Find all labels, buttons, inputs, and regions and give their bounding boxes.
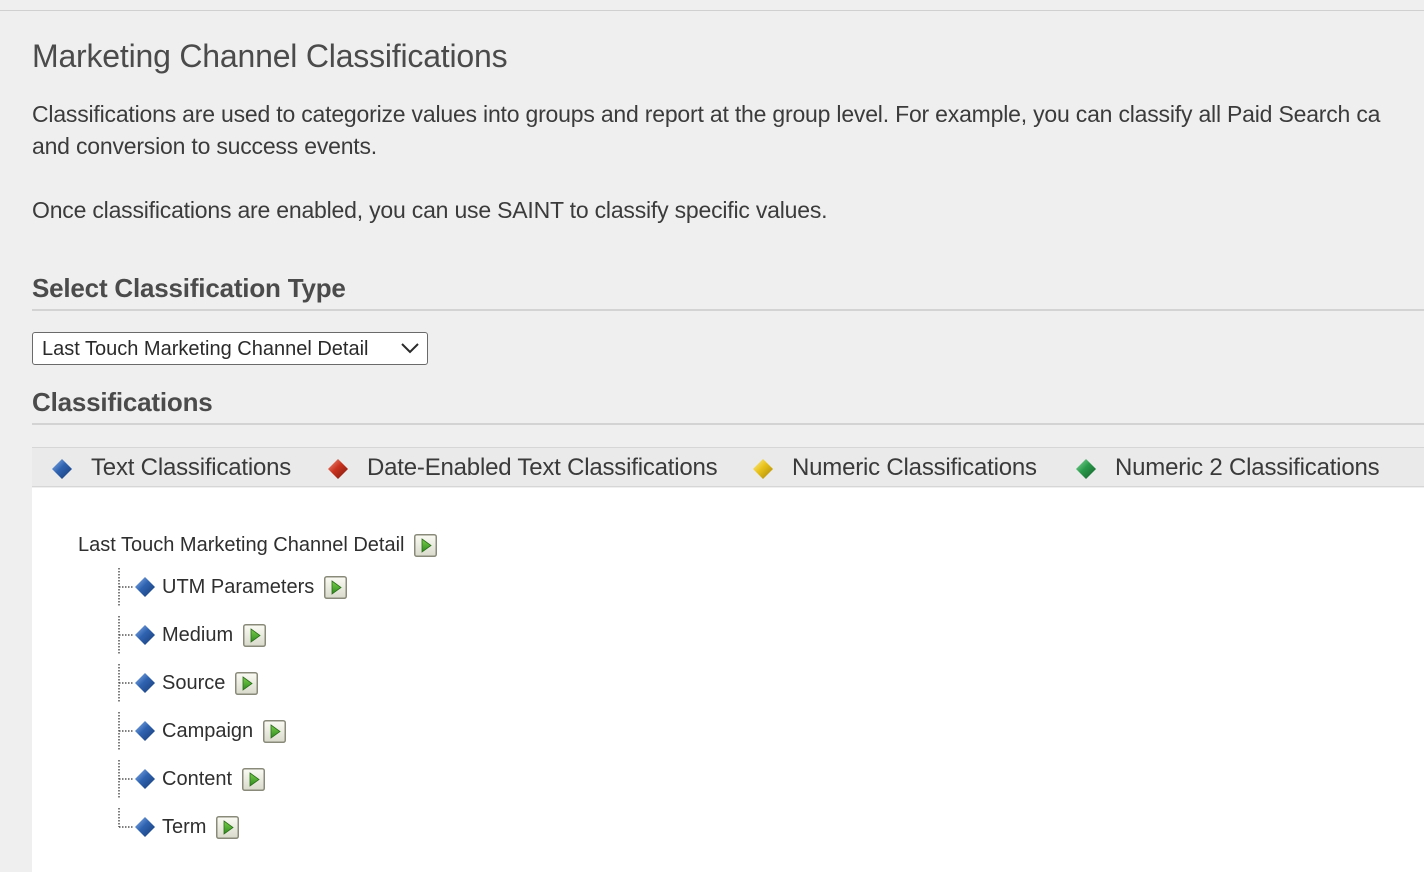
section-divider	[32, 423, 1424, 425]
tree-connector	[118, 616, 133, 654]
legend-label: Numeric Classifications	[792, 454, 1037, 481]
legend-label: Text Classifications	[91, 454, 292, 481]
blue-gem-icon	[134, 816, 156, 838]
blue-gem-icon	[134, 624, 156, 646]
description-text-continued: and conversion to success events.	[32, 133, 377, 159]
play-button[interactable]	[263, 720, 286, 743]
play-button[interactable]	[414, 534, 437, 557]
play-button[interactable]	[243, 624, 266, 647]
tree-root-label: Last Touch Marketing Channel Detail	[78, 534, 405, 556]
tree-item-label: Campaign	[162, 720, 254, 742]
blue-gem-icon	[134, 720, 156, 742]
blue-gem-icon	[134, 576, 156, 598]
classifications-heading: Classifications	[32, 387, 213, 417]
tree-connector	[118, 664, 133, 702]
red-gem-icon	[327, 458, 349, 480]
page-title: Marketing Channel Classifications	[32, 38, 508, 74]
classification-legend: Text Classifications Date-Enabled Text C…	[32, 447, 1424, 487]
select-classification-type-heading: Select Classification Type	[32, 273, 346, 303]
blue-gem-icon	[134, 768, 156, 790]
play-button[interactable]	[242, 768, 265, 791]
classification-tree: Last Touch Marketing Channel Detail UTM …	[32, 488, 1424, 872]
yellow-gem-icon	[752, 458, 774, 480]
tree-item-label: Source	[162, 672, 226, 694]
classification-type-select[interactable]: Last Touch Marketing Channel Detail	[32, 332, 428, 365]
play-button[interactable]	[235, 672, 258, 695]
play-button[interactable]	[216, 816, 239, 839]
tree-connector	[118, 760, 133, 798]
tree-connector	[118, 712, 133, 750]
tree-root: Last Touch Marketing Channel Detail	[78, 532, 437, 558]
description-text: Classifications are used to categorize v…	[32, 101, 1381, 127]
tree-item-label: UTM Parameters	[162, 576, 315, 598]
green-gem-icon	[1075, 458, 1097, 480]
tree-item-label: Term	[162, 816, 207, 838]
blue-gem-icon	[134, 672, 156, 694]
blue-gem-icon	[51, 458, 73, 480]
section-divider	[32, 309, 1424, 311]
play-button[interactable]	[324, 576, 347, 599]
legend-label: Numeric 2 Classifications	[1115, 454, 1380, 481]
classification-type-selected-value: Last Touch Marketing Channel Detail	[42, 338, 369, 360]
legend-label: Date-Enabled Text Classifications	[367, 454, 718, 481]
top-divider	[0, 10, 1424, 11]
tree-item-label: Content	[162, 768, 233, 790]
saint-note: Once classifications are enabled, you ca…	[32, 197, 828, 223]
chevron-down-icon	[401, 343, 419, 354]
tree-item-label: Medium	[162, 624, 234, 646]
tree-connector	[118, 808, 133, 828]
tree-connector	[118, 568, 133, 606]
